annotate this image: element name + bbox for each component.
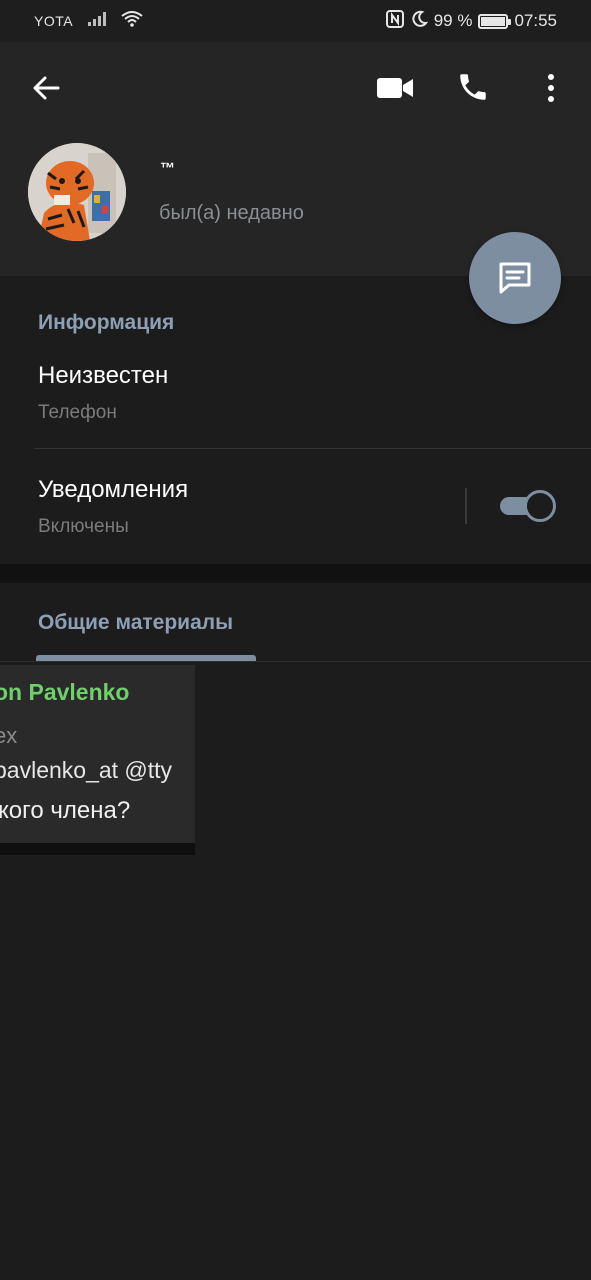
media-preview-bottom-bar	[0, 843, 195, 855]
wifi-icon	[121, 10, 143, 32]
tiger-avatar-icon	[28, 143, 126, 241]
moon-icon	[410, 10, 428, 33]
phone-value: Неизвестен	[38, 362, 169, 389]
media-preview-sub: ex	[0, 723, 18, 748]
shared-media-item[interactable]: on Pavlenko ex pavlenko_at @tty кого чле…	[0, 665, 195, 855]
battery-percent: 99 %	[433, 11, 473, 30]
carrier-label: YOTA	[34, 13, 74, 29]
last-seen-status: был(а) недавно	[159, 202, 304, 224]
signal-icon	[87, 11, 107, 32]
status-right: 99 % 07:55	[385, 9, 557, 33]
contact-name: ™	[160, 160, 175, 177]
battery-level	[481, 16, 506, 26]
media-preview-name: on Pavlenko	[0, 679, 130, 705]
phone-label: Телефон	[38, 402, 117, 423]
arrow-left-icon	[33, 76, 60, 100]
section-gap	[0, 564, 591, 583]
message-icon	[499, 262, 531, 294]
call-button[interactable]	[452, 66, 494, 108]
divider	[34, 448, 591, 449]
shared-media-section: Общие материалы on Pavlenko ex pavlenko_…	[0, 583, 591, 1280]
send-message-button[interactable]	[469, 232, 561, 324]
video-camera-icon	[377, 78, 413, 98]
media-preview-mention: pavlenko_at @tty	[0, 757, 173, 783]
more-vertical-icon	[548, 74, 554, 102]
shared-media-title: Общие материалы	[38, 611, 234, 634]
toggle-thumb	[524, 490, 556, 522]
more-options-button[interactable]	[536, 68, 566, 108]
phone-icon	[460, 74, 486, 100]
clock: 07:55	[514, 11, 557, 30]
tabs-divider	[0, 661, 591, 662]
status-bar: YOTA 99 % 07:55	[0, 0, 591, 42]
vertical-separator	[465, 488, 467, 524]
info-section-title: Информация	[38, 311, 175, 334]
avatar[interactable]	[28, 143, 126, 241]
media-preview-text: кого члена?	[0, 797, 131, 824]
notifications-label: Уведомления	[38, 476, 189, 503]
back-button[interactable]	[26, 68, 66, 108]
nfc-icon	[385, 9, 404, 33]
notifications-toggle[interactable]	[500, 490, 556, 522]
battery-icon	[478, 13, 512, 29]
status-left: YOTA	[34, 10, 143, 32]
notifications-status: Включены	[38, 516, 129, 537]
video-call-button[interactable]	[372, 68, 418, 108]
